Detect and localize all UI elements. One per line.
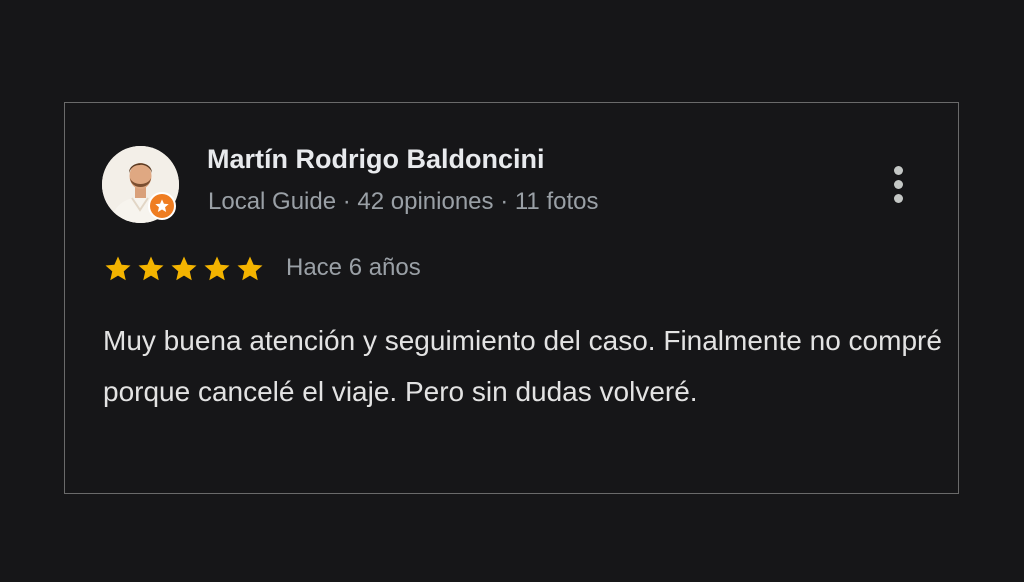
review-time: Hace 6 años <box>286 254 421 281</box>
star-icon <box>138 256 164 281</box>
star-icon <box>204 256 230 281</box>
author-meta: Local Guide · 42 opiniones · 11 fotos <box>208 188 599 215</box>
review-text: Muy buena atención y seguimiento del cas… <box>103 325 942 407</box>
star-icon <box>237 256 263 281</box>
star-icon <box>171 256 197 281</box>
review-card: Martín Rodrigo Baldoncini Local Guide · … <box>64 102 959 494</box>
author-name[interactable]: Martín Rodrigo Baldoncini <box>207 144 545 175</box>
star-icon <box>105 256 131 281</box>
star-rating <box>103 254 265 284</box>
local-guide-star-badge-icon <box>148 192 176 220</box>
more-vert-icon[interactable] <box>883 159 913 209</box>
